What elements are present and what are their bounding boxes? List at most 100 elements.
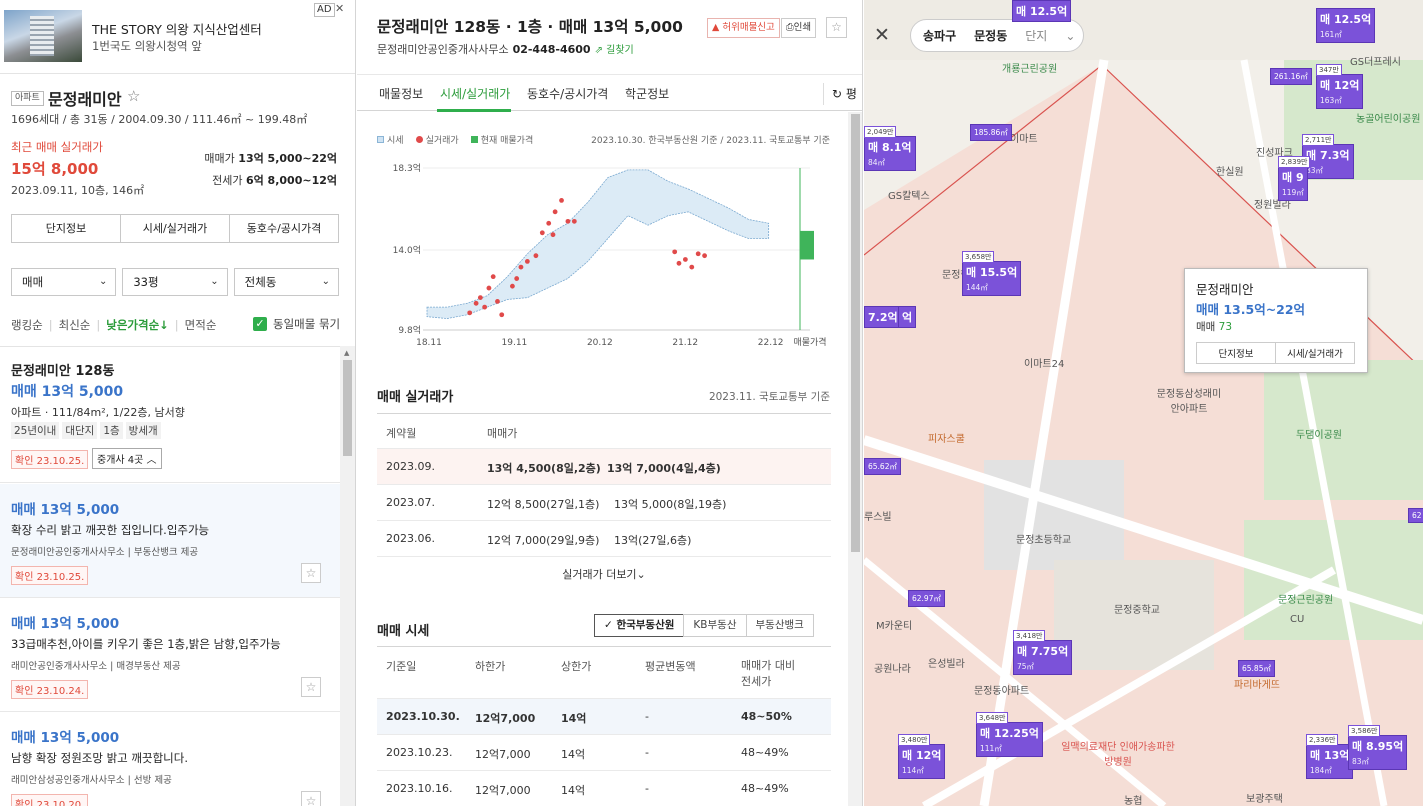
price-marker[interactable]: 2,336만 매 13억 184㎡ <box>1306 734 1354 779</box>
source-bank-button[interactable]: 부동산뱅크 <box>745 614 814 637</box>
favorite-star-icon[interactable]: ☆ <box>826 17 847 38</box>
tab-unit[interactable]: 동호수/공시가격 <box>527 85 608 102</box>
favorite-star-icon[interactable]: ☆ <box>301 677 321 697</box>
favorite-star-icon[interactable]: ☆ <box>301 563 321 583</box>
map-view[interactable]: ✕ 송파구 문정동 단지 ⌄ 개룡근린공원 GS더프레시 농골어린이공원 한실원… <box>864 0 1423 806</box>
scroll-up-icon[interactable]: ▲ <box>344 349 349 357</box>
tab-listing-info[interactable]: 매물정보 <box>379 85 423 102</box>
ratio-cell: 48~49% <box>741 746 789 759</box>
ad-badge: AD <box>314 3 335 17</box>
complex-popup[interactable]: 문정래미안 매매 13.5억~22억 매매 73 단지정보 시세/실거래가 <box>1184 268 1368 373</box>
chevron-down-icon[interactable]: ⌄ <box>1065 29 1075 43</box>
price-marker[interactable]: 2,049만 매 8.1억 84㎡ <box>864 126 916 171</box>
tab-school[interactable]: 학군정보 <box>625 85 669 102</box>
crumb-district[interactable]: 송파구 <box>923 27 956 44</box>
price-marker[interactable]: 7.2억 <box>864 306 902 328</box>
area-marker[interactable]: 62.97㎡ <box>908 590 945 607</box>
chart-source-note: 2023.10.30. 한국부동산원 기준 / 2023.11. 국토교통부 기… <box>591 136 830 146</box>
listing-group-main[interactable]: 문정래미안 128동 매매 13억 5,000 아파트 · 111/84m², … <box>0 347 340 483</box>
report-button[interactable]: ▲ 허위매물신고 <box>707 18 780 38</box>
sort-ranking[interactable]: 랭킹순 <box>11 317 43 333</box>
price-marker[interactable]: 2,839만 매 9 119㎡ <box>1278 156 1311 201</box>
scrollbar-thumb[interactable] <box>851 114 860 552</box>
building-value: 전체동 <box>244 275 277 289</box>
price-marker[interactable]: 매 12.5억 <box>1012 0 1072 22</box>
sort-lowest-price[interactable]: 낮은가격순↓ <box>106 317 169 333</box>
print-button[interactable]: ⎙인쇄 <box>781 18 817 38</box>
ad-thumbnail[interactable] <box>4 10 82 62</box>
crumb-complex[interactable]: 단지 <box>1025 27 1047 44</box>
ad-banner[interactable]: THE STORY 의왕 지식산업센터 1번국도 의왕시청역 앞 AD ✕ <box>0 0 355 74</box>
avg-cell: - <box>645 782 649 795</box>
area-select[interactable]: 33평 ⌄ <box>122 268 228 296</box>
price-marker[interactable]: 3,658만 매 15.5억 144㎡ <box>962 251 1022 296</box>
avg-cell: - <box>645 710 649 723</box>
recent-trade-price: 15억 8,000 <box>11 160 99 178</box>
route-link[interactable]: ⇗ 길찾기 <box>595 45 634 56</box>
area-unit-label: 평 <box>845 87 857 101</box>
listing-item[interactable]: 매매 13억 5,000 33급매추천,아이를 키우기 좋은 1층,밝은 남향,… <box>0 598 340 712</box>
map-label: 문정근린공원 <box>1278 595 1334 606</box>
sort-latest[interactable]: 최신순 <box>59 317 91 333</box>
listing-tag: 대단지 <box>62 422 98 439</box>
scrollbar-thumb[interactable] <box>343 360 352 456</box>
sort-area[interactable]: 면적순 <box>185 317 217 333</box>
more-transactions-button[interactable]: 실거래가 더보기⌄ <box>377 566 831 582</box>
listing-price: 매매 13억 5,000 <box>11 502 120 518</box>
source-reb-button[interactable]: ✓ 한국부동산원 <box>594 614 685 637</box>
location-breadcrumb[interactable]: 송파구 문정동 단지 ⌄ <box>910 19 1085 52</box>
lease-range-value: 6억 8,000~12억 <box>245 174 337 187</box>
area-marker[interactable]: 65.62㎡ <box>864 458 901 475</box>
listing-item[interactable]: 매매 13억 5,000 확장 수리 밝고 깨끗한 집입니다.입주가능 문정래미… <box>0 484 340 598</box>
ad-title[interactable]: THE STORY 의왕 지식산업센터 <box>92 19 262 38</box>
tab-price-history[interactable]: 시세/실거래가 <box>121 215 230 242</box>
header-cell: 상한가 <box>561 660 592 673</box>
detail-scrollbar[interactable] <box>848 112 862 806</box>
listing-scrollbar[interactable]: ▲ <box>340 346 355 806</box>
trade-type-select[interactable]: 매매 ⌄ <box>11 268 117 296</box>
legend-item: 실거래가 <box>415 133 459 146</box>
transaction-point <box>490 274 496 280</box>
popup-price-button[interactable]: 시세/실거래가 <box>1275 342 1355 364</box>
favorite-star-icon[interactable]: ☆ <box>301 791 321 806</box>
price-marker[interactable]: 억 <box>898 306 917 328</box>
marker-price: 7.2억 <box>868 311 898 324</box>
building-select[interactable]: 전체동 ⌄ <box>233 268 339 296</box>
ad-close-icon[interactable]: ✕ <box>335 2 344 15</box>
price-chart[interactable]: 18.3억 14.0억 9.8억 18.11 19.11 20.12 21.12 22.12 매… <box>377 150 833 355</box>
popup-count-value: 73 <box>1218 321 1233 333</box>
area-marker[interactable]: 185.86㎡ <box>970 124 1012 141</box>
price-marker[interactable]: 3,480만 매 12억 114㎡ <box>898 734 946 779</box>
date-cell: 2023.10.30. <box>386 710 460 723</box>
price-marker[interactable]: 3,418만 매 7.75억 75㎡ <box>1013 630 1073 675</box>
tab-price[interactable]: 시세/실거래가 <box>440 85 510 102</box>
map-label: 문정동아파트 <box>974 686 1030 697</box>
map-background <box>864 0 1423 806</box>
crumb-dong[interactable]: 문정동 <box>974 27 1007 44</box>
tab-unit-price[interactable]: 동호수/공시가격 <box>230 215 338 242</box>
price-marker[interactable]: 347만 매 12억 163㎡ <box>1316 64 1364 109</box>
favorite-star-icon[interactable]: ☆ <box>127 87 140 105</box>
price-marker[interactable]: 매 12.5억 161㎡ <box>1316 8 1376 43</box>
area-marker[interactable]: 65.85㎡ <box>1238 660 1275 677</box>
listing-item[interactable]: 매매 13억 5,000 남향 확장 정원조망 밝고 깨끗합니다. 래미안삼성공… <box>0 712 340 806</box>
checkbox-checked-icon[interactable]: ✓ <box>253 317 267 331</box>
price-marker[interactable]: 3,586만 매 8.95억 83㎡ <box>1348 725 1408 770</box>
same-listing-toggle[interactable]: ✓ 동일매물 묶기 <box>253 316 346 332</box>
date-cell: 2023.10.23. <box>386 746 453 759</box>
complex-type-tag: 아파트 <box>11 91 44 106</box>
popup-info-button[interactable]: 단지정보 <box>1196 342 1276 364</box>
source-kb-button[interactable]: KB부동산 <box>683 614 747 637</box>
price-marker[interactable]: 3,648만 매 12.25억 111㎡ <box>976 712 1043 757</box>
area-marker[interactable]: 62 <box>1408 508 1423 523</box>
agents-toggle-button[interactable]: 중개사 4곳 ︿ <box>92 448 162 469</box>
transaction-point <box>546 220 552 226</box>
transaction-point <box>467 310 473 316</box>
area-unit-toggle[interactable]: ↻ 평 <box>823 83 862 105</box>
sale-range-value: 13억 5,000~22억 <box>238 152 337 165</box>
area-marker[interactable]: 261.16㎡ <box>1270 68 1312 85</box>
marker-area: 161㎡ <box>1320 30 1342 39</box>
tab-complex-info[interactable]: 단지정보 <box>12 215 121 242</box>
x-tick-label: 18.11 <box>416 338 442 348</box>
close-icon[interactable]: ✕ <box>874 24 890 46</box>
